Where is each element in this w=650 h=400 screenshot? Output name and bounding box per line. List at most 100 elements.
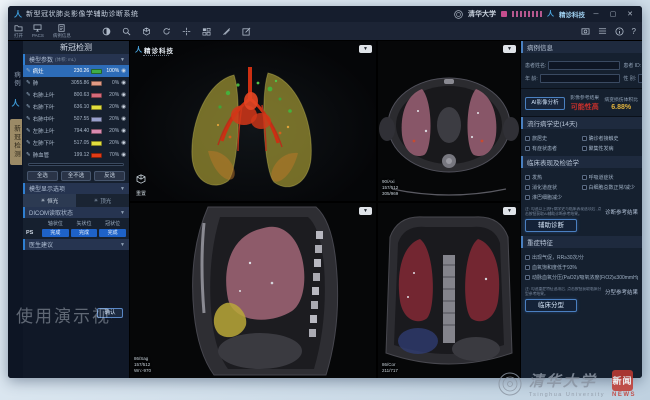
checkbox-item[interactable]: 动脉血氧分压(PaO2)/吸氧浓度(FiO2)≤300mmHg <box>525 272 638 282</box>
select-button[interactable]: 反选 <box>94 171 125 181</box>
color-swatch[interactable] <box>91 93 102 98</box>
opacity-slider[interactable] <box>23 161 129 169</box>
checkbox-item[interactable]: 旅居史 <box>525 133 582 143</box>
patient-gender-field[interactable] <box>638 74 642 83</box>
viewport-3d[interactable]: 人 精诊科技 ▼ 重置 <box>130 41 376 201</box>
list-icon[interactable] <box>598 27 607 35</box>
viewport-axial[interactable]: ▼ 90/Axi157/512305/969 <box>378 41 520 201</box>
dicom-status-header[interactable]: DICOM读取状态 ▼ <box>23 207 129 218</box>
reset-view-button[interactable]: 重置 <box>136 171 146 197</box>
model-row[interactable]: ✎肺3055.860%◉ <box>23 77 129 89</box>
viewport-menu-caret[interactable]: ▼ <box>503 207 516 215</box>
color-swatch[interactable] <box>91 69 102 74</box>
measure-icon[interactable] <box>222 27 231 36</box>
eye-icon[interactable]: ◉ <box>121 116 126 122</box>
eye-icon[interactable]: ◉ <box>121 104 126 110</box>
checkbox-box[interactable] <box>525 185 530 190</box>
info-icon[interactable] <box>615 27 624 36</box>
dicom-status-coronal[interactable]: 完成 <box>99 229 126 237</box>
checkbox-box[interactable] <box>525 195 530 200</box>
layout-icon[interactable] <box>202 27 211 36</box>
checkbox-item[interactable]: 聚集性发病 <box>582 143 639 153</box>
checkbox-box[interactable] <box>525 255 530 260</box>
rotate-icon[interactable] <box>162 27 171 36</box>
person-icon[interactable]: 人 <box>12 98 20 109</box>
maximize-button[interactable]: ▢ <box>607 10 619 18</box>
checkbox-box[interactable] <box>525 146 530 151</box>
checkbox-box[interactable] <box>525 275 530 280</box>
dicom-status-sagittal[interactable]: 完成 <box>71 229 98 237</box>
checkbox-item[interactable]: 血氧饱和度低于93% <box>525 262 638 272</box>
checkbox-item[interactable]: 有症状患者 <box>525 143 582 153</box>
open-button[interactable]: 打开 <box>14 24 23 39</box>
brush-icon: ✎ <box>26 104 31 110</box>
model-params-header[interactable]: 模型参数 (体积: mL) ▼ <box>23 54 129 65</box>
patient-name-field[interactable] <box>548 61 620 70</box>
minimize-button[interactable]: ─ <box>590 11 602 18</box>
eye-icon[interactable]: ◉ <box>121 68 126 74</box>
checkbox-item[interactable]: 淋巴细胞减少 <box>525 192 582 202</box>
doctor-advice-area[interactable]: 确认 <box>23 250 129 378</box>
eye-icon[interactable]: ◉ <box>121 152 126 158</box>
help-icon[interactable]: ? <box>632 27 636 36</box>
model-row[interactable]: ✎左肺上叶794.4020%◉ <box>23 125 129 137</box>
checkbox-item[interactable]: 消化道症状 <box>525 182 582 192</box>
viewport-sagittal[interactable]: ▼ 86/Sag157/512Wn:-970 <box>130 203 376 378</box>
color-swatch[interactable] <box>91 81 102 86</box>
checkbox-box[interactable] <box>525 175 530 180</box>
eye-icon[interactable]: ◉ <box>121 128 126 134</box>
color-swatch[interactable] <box>91 129 102 134</box>
model-row[interactable]: ✎肺血管199.1270%◉ <box>23 149 129 161</box>
doctor-advice-header[interactable]: 医生建议 ▼ <box>23 239 129 250</box>
viewport-menu-caret[interactable]: ▼ <box>359 45 372 53</box>
eye-icon[interactable]: ◉ <box>121 92 126 98</box>
color-swatch[interactable] <box>91 105 102 110</box>
pacs-button[interactable]: PACS <box>32 24 44 38</box>
eye-icon[interactable]: ◉ <box>121 80 126 86</box>
checkbox-box[interactable] <box>525 265 530 270</box>
model-row[interactable]: ✎左肺下叶517.0520%◉ <box>23 137 129 149</box>
ai-analysis-button[interactable]: AI影像分析 <box>525 97 565 110</box>
display-options-header[interactable]: 模型显示选项 ▼ <box>23 183 129 194</box>
model-row[interactable]: ✎右肺上叶800.6320%◉ <box>23 89 129 101</box>
checkbox-item[interactable]: 发热 <box>525 172 582 182</box>
contrast-icon[interactable] <box>102 27 111 36</box>
select-button[interactable]: 全选 <box>27 171 58 181</box>
confirm-button[interactable]: 确认 <box>97 308 123 318</box>
clinical-classification-button[interactable]: 临床分型 <box>525 299 577 312</box>
select-button[interactable]: 全不选 <box>61 171 92 181</box>
crosshair-icon[interactable] <box>182 27 191 36</box>
viewport-menu-caret[interactable]: ▼ <box>359 207 372 215</box>
tab-case[interactable]: 病例 <box>11 67 21 92</box>
checkbox-item[interactable]: 出现气促，RR≥30次/分 <box>525 252 638 262</box>
color-swatch[interactable] <box>91 117 102 122</box>
zoom-icon[interactable] <box>122 27 131 36</box>
model-row[interactable]: ✎右肺下叶636.1020%◉ <box>23 101 129 113</box>
checkbox-box[interactable] <box>525 136 530 141</box>
checkbox-item[interactable]: 呼吸道症状 <box>582 172 639 182</box>
model-row[interactable]: ✎右肺中叶507.5520%◉ <box>23 113 129 125</box>
viewport-menu-caret[interactable]: ▼ <box>503 45 516 53</box>
tab-top-light[interactable]: ☀ 顶光 <box>76 194 129 207</box>
checkbox-item[interactable]: 白细胞总数正常/减少 <box>582 182 639 192</box>
checkbox-box[interactable] <box>582 136 587 141</box>
checkbox-box[interactable] <box>582 146 587 151</box>
checkbox-item[interactable]: 确诊者接触史 <box>582 133 639 143</box>
tab-constant-light[interactable]: ☀ 恒光 <box>23 194 76 207</box>
close-button[interactable]: ✕ <box>624 10 636 18</box>
dicom-status-axial[interactable]: 完成 <box>42 229 69 237</box>
tab-covid-detect[interactable]: 新冠检测 <box>10 119 22 165</box>
color-swatch[interactable] <box>91 141 102 146</box>
patient-age-field[interactable] <box>540 74 621 83</box>
model-row[interactable]: ✎病灶230.26100%◉ <box>23 65 129 77</box>
eye-icon[interactable]: ◉ <box>121 140 126 146</box>
viewport-coronal[interactable]: ▼ 86/Cor211/717 <box>378 203 520 378</box>
assisted-diagnosis-button[interactable]: 辅助诊断 <box>525 219 577 232</box>
capture-icon[interactable] <box>581 27 590 35</box>
color-swatch[interactable] <box>91 153 102 158</box>
checkbox-box[interactable] <box>582 185 587 190</box>
checkbox-box[interactable] <box>582 175 587 180</box>
case-info-button[interactable]: 病例信息 <box>53 24 71 39</box>
annotate-icon[interactable] <box>242 27 251 36</box>
pan-3d-icon[interactable] <box>142 27 151 36</box>
